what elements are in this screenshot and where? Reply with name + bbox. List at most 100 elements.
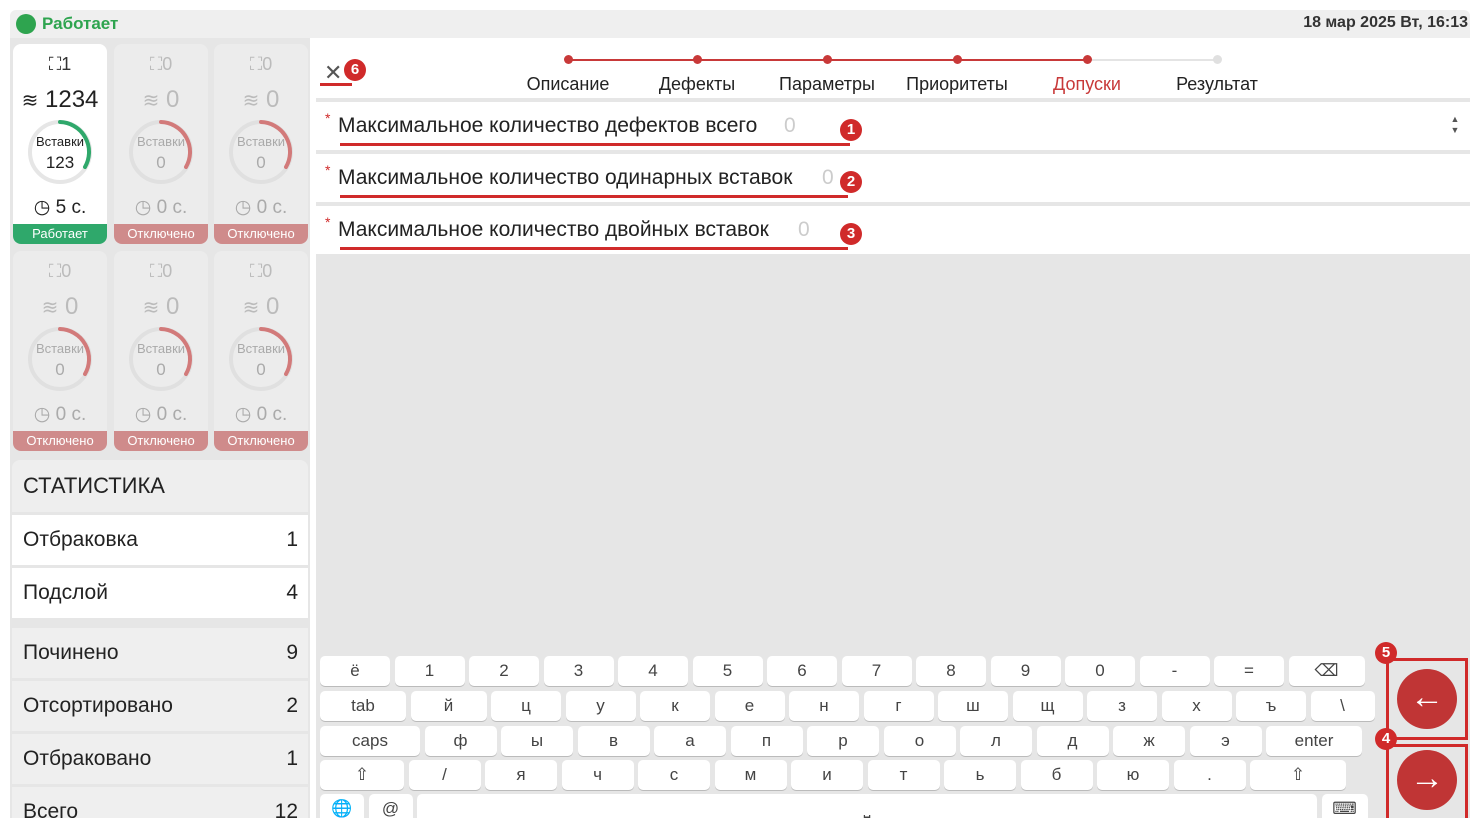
key[interactable]: з xyxy=(1087,691,1157,721)
key[interactable]: enter xyxy=(1266,726,1362,756)
key[interactable]: 9 xyxy=(990,656,1061,686)
key[interactable]: . xyxy=(1173,760,1246,790)
key[interactable]: 4 xyxy=(618,656,688,686)
key[interactable]: 2 xyxy=(469,656,539,686)
key[interactable]: б xyxy=(1020,760,1093,790)
machine-card[interactable]: ⛶1 ≋ 1234 Вставки 123 ◷ 5 с. Работает xyxy=(13,44,107,244)
ring-value: 0 xyxy=(156,153,166,172)
key[interactable]: м xyxy=(714,760,787,790)
key[interactable]: ч xyxy=(561,760,634,790)
key[interactable]: у xyxy=(565,691,636,721)
field-label: Максимальное количество одинарных вставо… xyxy=(338,166,793,189)
key[interactable]: й xyxy=(410,691,487,721)
key[interactable]: / xyxy=(408,760,481,790)
globe-icon[interactable]: 🌐 xyxy=(320,794,364,818)
key[interactable]: р xyxy=(807,726,879,756)
next-button[interactable]: → xyxy=(1397,750,1457,810)
key[interactable]: и xyxy=(791,760,863,790)
step-label[interactable]: Дефекты xyxy=(659,74,735,95)
machine-card[interactable]: ⛶0 ≋ 0 Вставки 0 ◷ 0 с. Отключено xyxy=(13,251,107,451)
step-dot xyxy=(693,55,702,64)
key[interactable]: е xyxy=(714,691,785,721)
step-label[interactable]: Допуски xyxy=(1053,74,1121,95)
key[interactable]: 6 xyxy=(767,656,837,686)
key[interactable]: г xyxy=(863,691,934,721)
scan-count: ⛶0 xyxy=(249,261,273,281)
key[interactable]: к xyxy=(640,691,710,721)
machine-state: Отключено xyxy=(214,431,308,451)
machine-card[interactable]: ⛶0 ≋ 0 Вставки 0 ◷ 0 с. Отключено xyxy=(114,44,208,244)
key[interactable]: 8 xyxy=(916,656,986,686)
elapsed-time: ◷ 0 с. xyxy=(134,197,188,218)
field-highlight xyxy=(340,195,848,198)
step-label[interactable]: Описание xyxy=(527,74,610,95)
field-input[interactable]: 0 xyxy=(798,218,810,242)
key[interactable]: \ xyxy=(1310,691,1375,721)
key[interactable]: в xyxy=(577,726,650,756)
key[interactable]: = xyxy=(1214,656,1284,686)
key[interactable]: щ xyxy=(1012,691,1083,721)
shift-icon[interactable]: ⇧ xyxy=(320,760,404,790)
key[interactable]: ё xyxy=(320,656,390,686)
progress-ring: Вставки 0 xyxy=(27,326,93,392)
step-label[interactable]: Параметры xyxy=(779,74,875,95)
key[interactable]: ь xyxy=(944,760,1016,790)
shift-icon[interactable]: ⇧ xyxy=(1250,760,1346,790)
elapsed-time: ◷ 0 с. xyxy=(33,404,87,425)
clock-icon: ◷ xyxy=(234,197,252,218)
stat-label: Всего xyxy=(23,800,79,818)
key[interactable]: э xyxy=(1189,726,1262,756)
key[interactable]: tab xyxy=(320,691,406,721)
tolerance-field[interactable]: * Максимальное количество дефектов всего 0… xyxy=(316,102,1470,150)
machine-card[interactable]: ⛶0 ≋ 0 Вставки 0 ◷ 0 с. Отключено xyxy=(214,251,308,451)
key[interactable]: д xyxy=(1036,726,1109,756)
key[interactable]: х xyxy=(1161,691,1232,721)
key[interactable]: ю xyxy=(1097,760,1169,790)
key[interactable]: 3 xyxy=(543,656,614,686)
key[interactable]: л xyxy=(960,726,1032,756)
machine-card[interactable]: ⛶0 ≋ 0 Вставки 0 ◷ 0 с. Отключено xyxy=(214,44,308,244)
machine-card[interactable]: ⛶0 ≋ 0 Вставки 0 ◷ 0 с. Отключено xyxy=(114,251,208,451)
key[interactable]: ы xyxy=(501,726,573,756)
key[interactable]: 1 xyxy=(394,656,465,686)
tolerance-field[interactable]: * Максимальное количество двойных вставок… xyxy=(316,206,1470,254)
stepper-line-pending xyxy=(1088,59,1218,61)
back-button[interactable]: ← xyxy=(1397,669,1457,729)
ring-label: Вставки xyxy=(236,341,286,356)
stepper-icon[interactable]: ▲ ▼ xyxy=(1450,114,1460,136)
key[interactable]: н xyxy=(789,691,859,721)
key[interactable]: caps xyxy=(320,726,420,756)
key[interactable]: я xyxy=(485,760,557,790)
space-key[interactable]: ⎵ xyxy=(417,794,1317,818)
scan-icon: ⛶ xyxy=(149,261,163,281)
key[interactable]: @ xyxy=(368,794,413,818)
key[interactable]: т xyxy=(867,760,940,790)
progress-ring: Вставки 0 xyxy=(128,119,194,185)
keyboard-hide-icon[interactable]: ⌨ xyxy=(1321,794,1368,818)
elapsed-time: ◷ 0 с. xyxy=(234,404,288,425)
scan-icon: ⛶ xyxy=(48,54,62,74)
key[interactable]: 7 xyxy=(841,656,912,686)
field-input[interactable]: 0 xyxy=(822,166,834,190)
key[interactable]: - xyxy=(1139,656,1210,686)
step-label[interactable]: Результат xyxy=(1176,74,1258,95)
key[interactable]: а xyxy=(654,726,726,756)
key[interactable]: 0 xyxy=(1065,656,1135,686)
key[interactable]: п xyxy=(730,726,803,756)
tolerance-field[interactable]: * Максимальное количество одинарных встав… xyxy=(316,154,1470,202)
scan-count: ⛶0 xyxy=(249,54,273,74)
key[interactable]: ф xyxy=(424,726,497,756)
key[interactable]: о xyxy=(883,726,956,756)
key[interactable]: ц xyxy=(491,691,561,721)
key[interactable]: с xyxy=(638,760,710,790)
backspace-icon[interactable]: ⌫ xyxy=(1288,656,1365,686)
key[interactable]: ж xyxy=(1113,726,1185,756)
key[interactable]: ш xyxy=(938,691,1008,721)
key[interactable]: ъ xyxy=(1236,691,1306,721)
field-input[interactable]: 0 xyxy=(784,114,796,138)
back-highlight: ← xyxy=(1386,658,1468,740)
status-bar: Работает 18 мар 2025 Вт, 16:13 xyxy=(10,10,1470,38)
key[interactable]: 5 xyxy=(692,656,763,686)
step-label[interactable]: Приоритеты xyxy=(906,74,1008,95)
ring-label: Вставки xyxy=(136,134,186,149)
